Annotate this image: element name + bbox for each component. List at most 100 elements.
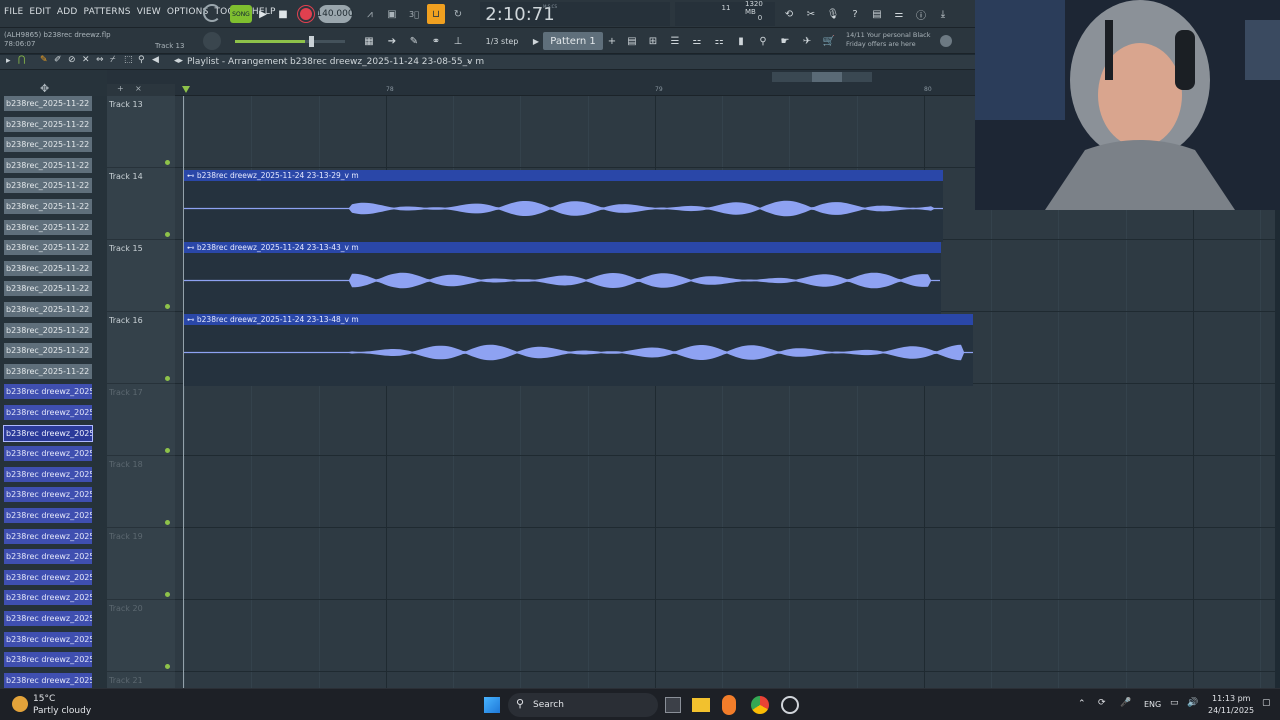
track-name[interactable]: Track 14 — [109, 172, 143, 181]
menu-item[interactable]: EDIT — [29, 7, 51, 17]
browser-item[interactable]: b238rec dreewz_2025-11... — [4, 549, 92, 565]
overview-bar[interactable] — [107, 70, 975, 84]
app-badge-icon[interactable] — [781, 696, 799, 714]
track-mute-led[interactable] — [165, 664, 170, 669]
slip-tool-icon[interactable]: ⇔ — [96, 55, 104, 65]
link-icon[interactable]: ⚭ — [427, 33, 445, 49]
browser-item[interactable]: b238rec_2025-11-22 05-... — [4, 96, 92, 111]
pattern-prev-icon[interactable]: ▶ — [530, 33, 542, 49]
metronome-icon[interactable]: ⩘ — [362, 5, 378, 23]
stop-icon[interactable]: ■ — [276, 6, 290, 22]
song-mode-button[interactable]: SONG — [230, 5, 252, 23]
record-icon[interactable] — [297, 5, 315, 23]
audio-clip-title[interactable]: ⊷ b238rec dreewz_2025-11-24 23-13-43_v m — [184, 242, 941, 253]
browser-item[interactable]: b238rec dreewz_2025-11... — [4, 590, 92, 606]
overview-view-window[interactable] — [812, 72, 842, 82]
browser-item[interactable]: b238rec dreewz_2025-11... — [4, 611, 92, 626]
track-name[interactable]: Track 18 — [109, 460, 143, 469]
shop-icon[interactable]: 🛒 — [821, 33, 837, 49]
help-icon[interactable]: ? — [846, 4, 864, 24]
track-name[interactable]: Track 15 — [109, 244, 143, 253]
browser-item[interactable]: b238rec_2025-11-22 06-... — [4, 219, 92, 235]
task-view-icon[interactable] — [665, 697, 681, 713]
mixer-icon[interactable]: ⚌ — [890, 4, 908, 24]
stamp-icon[interactable]: ⊥ — [449, 33, 467, 49]
remove-track-icon[interactable]: × — [135, 84, 142, 93]
track-mute-led[interactable] — [165, 376, 170, 381]
clock-date[interactable]: 24/11/2025 — [1208, 706, 1254, 715]
magnet-icon[interactable]: ⋂ — [18, 55, 28, 68]
info-icon[interactable]: ⓘ — [912, 4, 930, 24]
mixer-window-icon[interactable]: ☰ — [667, 33, 683, 49]
track-mute-led[interactable] — [165, 592, 170, 597]
track-mute-led[interactable] — [165, 160, 170, 165]
audio-clip-title[interactable]: ⊷ b238rec dreewz_2025-11-24 23-13-48_v m — [184, 314, 973, 325]
arrangement-selector[interactable]: b238rec dreewz_2025-11-24 23-08-55_v m — [290, 57, 484, 67]
mute-tool-icon[interactable]: ✕ — [82, 55, 90, 65]
save-icon[interactable]: ▤ — [868, 4, 886, 24]
browser-item[interactable]: b238rec dreewz_2025-11... — [4, 405, 92, 420]
audio-clip-title[interactable]: ⊷ b238rec dreewz_2025-11-24 23-13-29_v m — [184, 170, 943, 181]
track-name[interactable]: Track 21 — [109, 676, 143, 685]
browser-item[interactable]: b238rec dreewz_2025-11... — [3, 424, 93, 442]
track-name[interactable]: Track 13 — [109, 100, 143, 109]
browser-item[interactable]: b238rec dreewz_2025-11... — [4, 446, 92, 462]
menu-item[interactable]: VIEW — [137, 7, 161, 17]
notifications-icon[interactable]: ▢ — [1262, 698, 1271, 708]
zoom-tool-icon[interactable]: ⚲ — [138, 55, 145, 65]
chrome-icon[interactable] — [751, 696, 769, 714]
search-box[interactable]: ⚲ Search — [508, 693, 658, 717]
pattern-song-toggle-icon[interactable] — [203, 4, 221, 22]
arrangement-dropdown-icon[interactable]: › — [467, 57, 471, 67]
pattern-selector[interactable]: Pattern 1 — [543, 32, 603, 50]
volume-icon[interactable]: 🔊 — [1187, 698, 1198, 708]
language-label[interactable]: ENG — [1144, 700, 1161, 709]
microphone-icon[interactable]: 🎙 — [824, 4, 842, 24]
browser-item[interactable]: b238rec_2025-11-22 06-... — [4, 157, 92, 173]
fl-studio-taskbar-icon[interactable] — [722, 695, 736, 715]
browser-item[interactable]: b238rec_2025-11-22 06-... — [4, 281, 92, 297]
timeline-ruler[interactable]: 78 79 80 — [175, 84, 975, 96]
arrangement-menu-icon[interactable]: ◂▸ — [174, 56, 183, 66]
track-mute-led[interactable] — [165, 232, 170, 237]
touch-controller-icon[interactable]: ☛ — [777, 33, 793, 49]
mic-tray-icon[interactable]: 🎤 — [1120, 698, 1131, 708]
browser-item[interactable]: b238rec_2025-11-22 06-... — [4, 178, 92, 194]
menu-item[interactable]: ADD — [57, 7, 78, 17]
track-name[interactable]: Track 16 — [109, 316, 143, 325]
download-icon[interactable]: ⤓ — [934, 4, 952, 24]
browser-item[interactable]: b238rec dreewz_2025-11... — [4, 569, 92, 585]
step-sequencer-icon[interactable]: ⚍ — [689, 33, 705, 49]
track-mute-led[interactable] — [165, 304, 170, 309]
master-pitch-slider[interactable] — [235, 36, 345, 47]
playlist-icon[interactable]: ▤ — [624, 33, 640, 49]
track-mute-led[interactable] — [165, 448, 170, 453]
browser-item[interactable]: b238rec_2025-11-22 06-... — [4, 363, 92, 379]
browser-item[interactable]: b238rec_2025-11-22 06-... — [4, 137, 92, 153]
plugin-picker-icon[interactable]: ⚲ — [755, 33, 771, 49]
master-volume-knob[interactable] — [203, 32, 221, 50]
browser-item[interactable]: b238rec dreewz_2025-11... — [4, 672, 92, 688]
track-name[interactable]: Track 20 — [109, 604, 143, 613]
audio-clip[interactable]: ⊷ b238rec dreewz_2025-11-24 23-13-43_v m — [184, 242, 941, 314]
wait-input-icon[interactable]: ▣ — [383, 5, 401, 23]
piano-roll-icon[interactable]: ▦ — [360, 33, 378, 49]
browser-item[interactable]: b238rec_2025-11-22 06-... — [4, 343, 92, 359]
browser-icon[interactable]: ⚏ — [711, 33, 727, 49]
file-explorer-icon[interactable] — [692, 698, 710, 712]
browser-item[interactable]: b238rec dreewz_2025-11... — [4, 384, 92, 400]
slice-tool-icon[interactable]: ⌿ — [110, 55, 115, 65]
start-icon[interactable] — [484, 697, 500, 713]
browser-item[interactable]: b238rec dreewz_2025-11... — [4, 487, 92, 503]
select-tool-icon[interactable]: ⬚ — [124, 55, 133, 65]
track-name[interactable]: Track 19 — [109, 532, 143, 541]
news-panel[interactable]: 14/11 Your personal Black Friday offers … — [846, 31, 938, 49]
countdown-icon[interactable]: 3⃣ — [405, 5, 423, 23]
sync-icon[interactable]: ⟳ — [1098, 698, 1106, 708]
news-globe-icon[interactable] — [940, 35, 952, 47]
play-icon[interactable]: ▶ — [256, 6, 270, 22]
arrow-right-icon[interactable]: ➔ — [383, 33, 401, 49]
tray-overflow-icon[interactable]: ⌃ — [1078, 699, 1086, 709]
tempo-display[interactable]: 140.000 — [316, 5, 354, 23]
loop-record-icon[interactable]: ↻ — [449, 5, 467, 23]
